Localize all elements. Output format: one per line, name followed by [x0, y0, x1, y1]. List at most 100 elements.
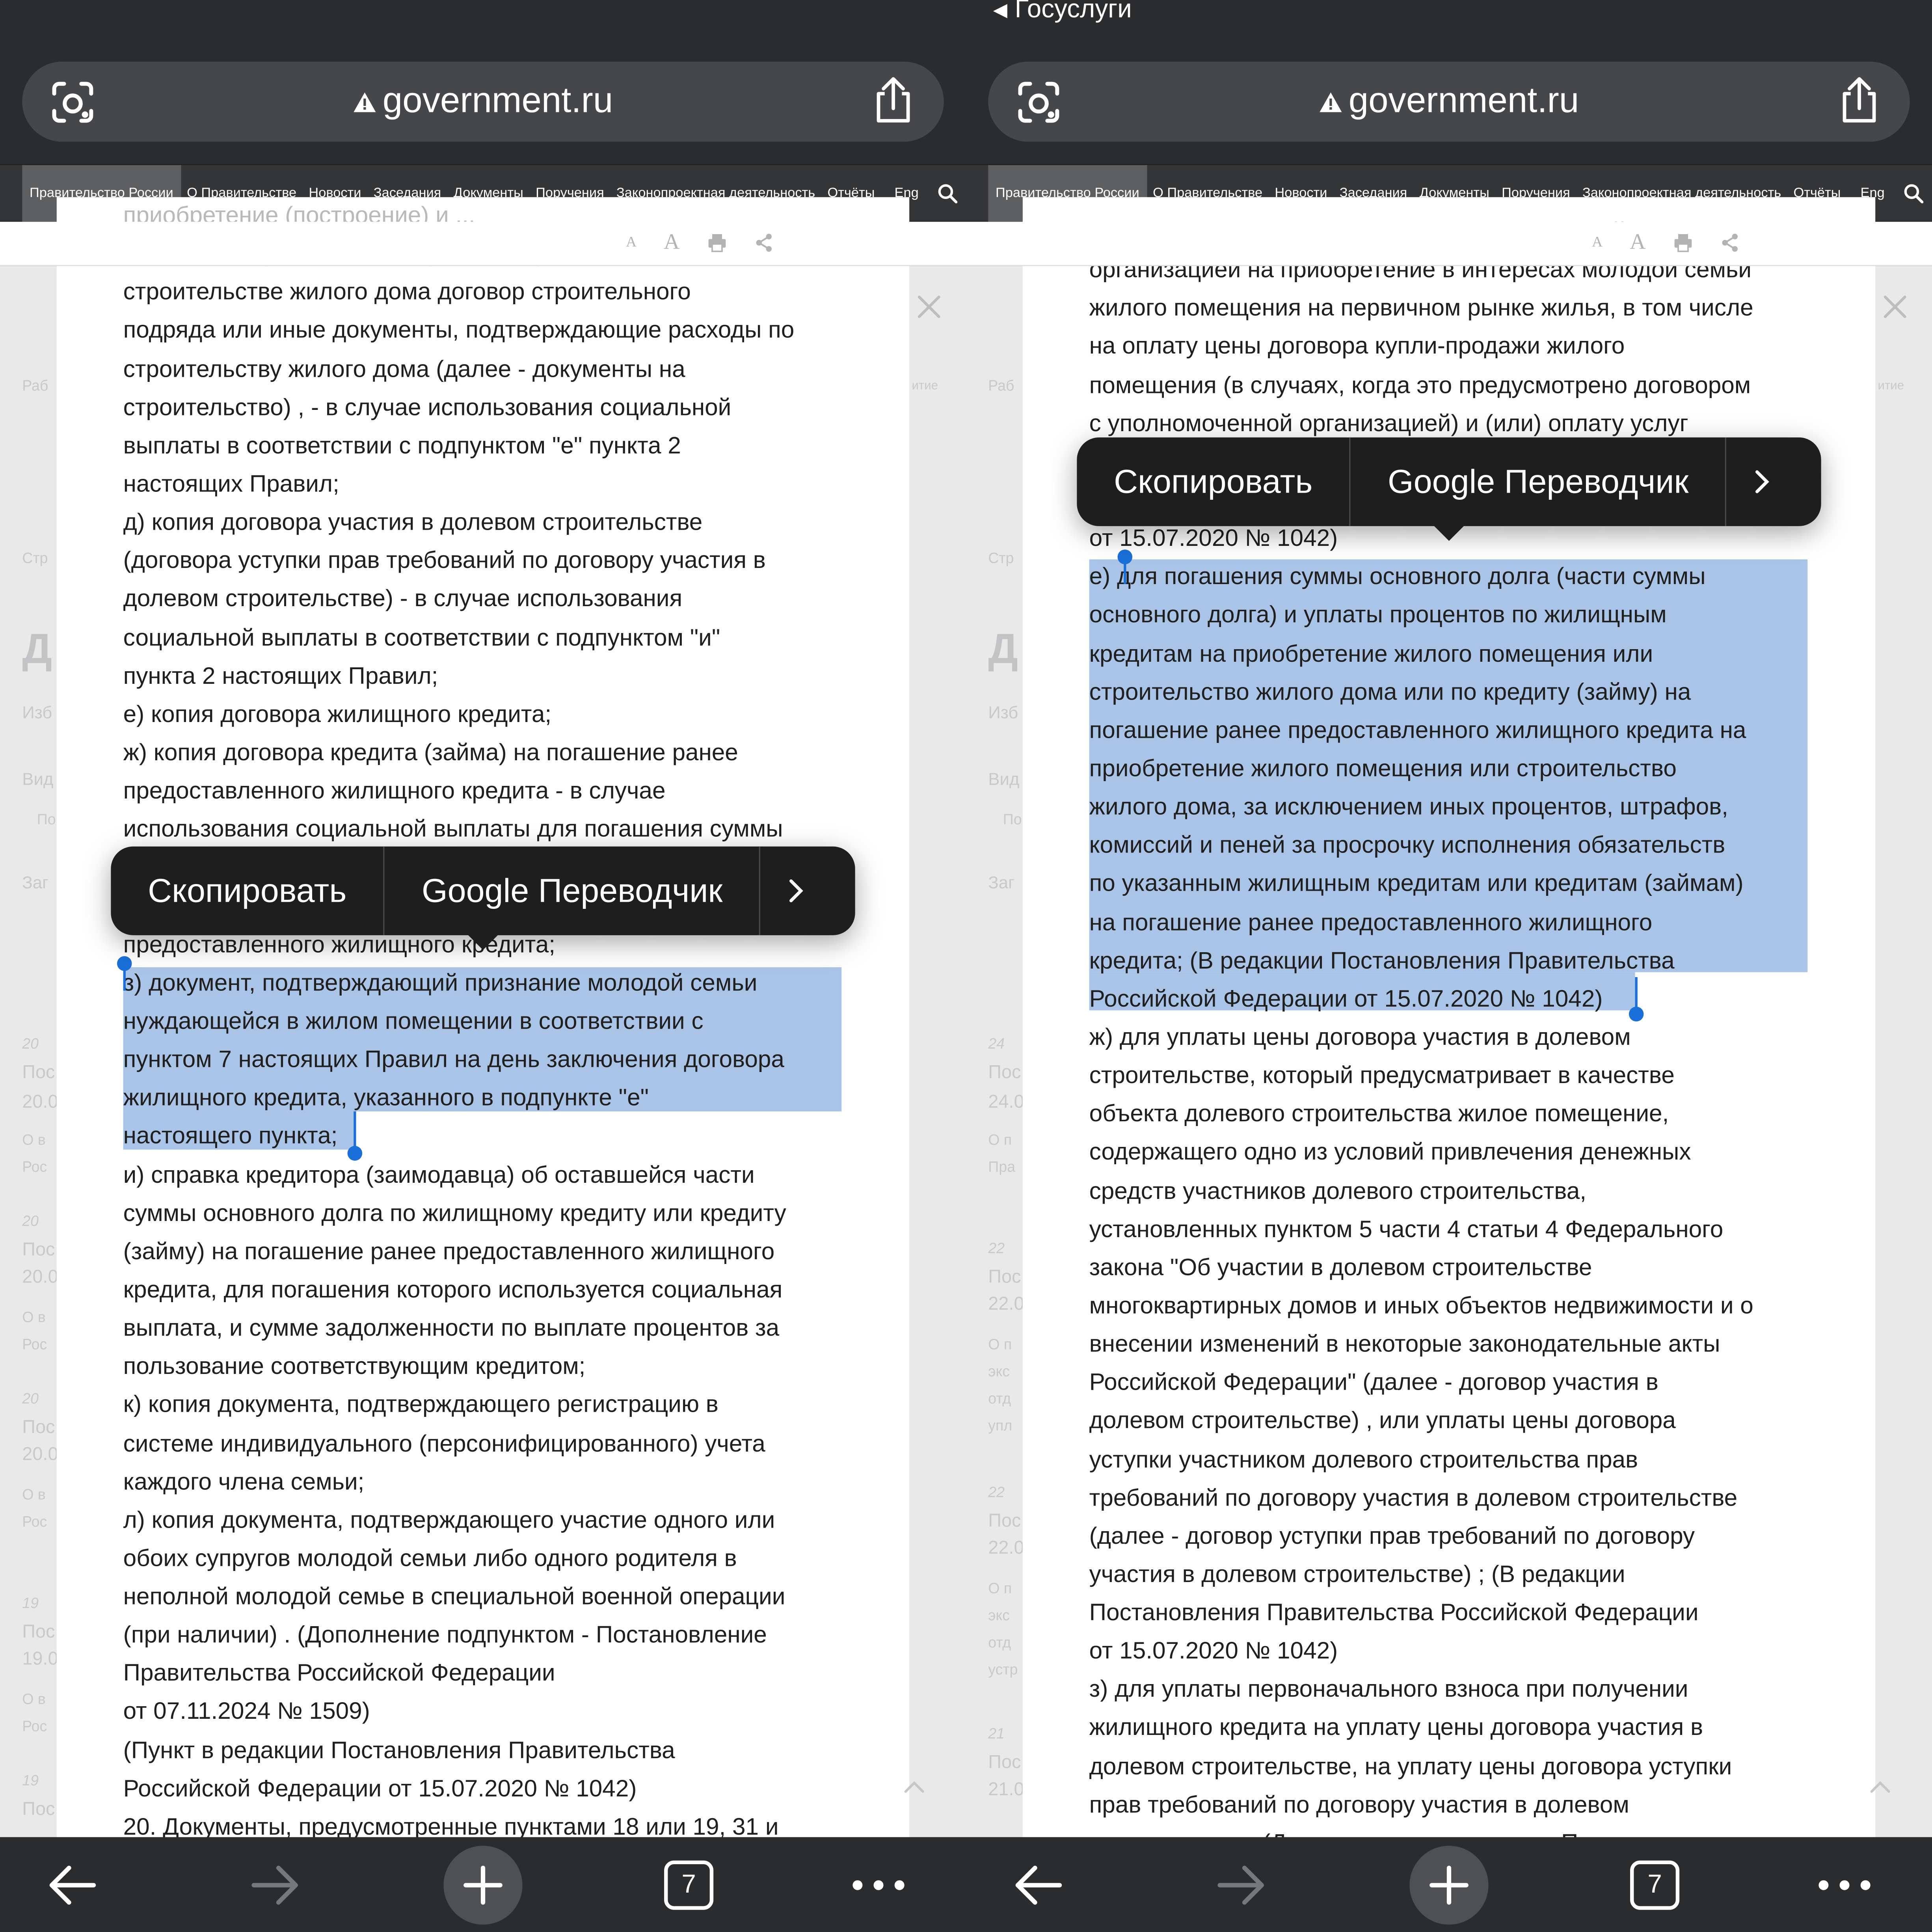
menu-button[interactable] [850, 1847, 907, 1923]
plus-icon [463, 1865, 503, 1905]
doc-line-selected[interactable]: строительство жилого дома или по кредиту… [1089, 674, 1817, 712]
copy-button[interactable]: Скопировать [1077, 437, 1349, 526]
doc-line: ж) копия договора кредита (займа) на пог… [123, 740, 738, 767]
ghost-text: Заг [988, 872, 1015, 892]
share-icon[interactable] [1838, 76, 1880, 126]
doc-line: и) справка кредитора (заимодавца) об ост… [123, 1162, 755, 1189]
search-icon[interactable] [1903, 183, 1923, 203]
back-to-app[interactable]: ◀ Госуслуги [993, 0, 1132, 25]
doc-line: пользование соответствующим кредитом; [123, 1354, 586, 1381]
forward-button[interactable] [246, 1847, 305, 1923]
doc-line-selected[interactable]: настоящего пункта; [123, 1118, 851, 1156]
ghost-text: 20.0 [22, 1091, 58, 1113]
print-icon[interactable] [707, 232, 726, 252]
doc-line: требований по договору участия в долевом… [1089, 1485, 1738, 1511]
selection-end-handle[interactable] [1629, 977, 1644, 1022]
doc-line-selected[interactable]: погашение ранее предоставленного жилищно… [1089, 712, 1817, 750]
selection-end-handle[interactable] [347, 1111, 363, 1161]
back-app-label: Госуслуги [1014, 0, 1132, 24]
doc-line: прав требований по договору участия в до… [1089, 1792, 1629, 1818]
doc-line-selected[interactable]: пунктом 7 настоящих Правил на день заклю… [123, 1041, 851, 1080]
doc-line-selected[interactable]: з) документ, подтверждающий признание мо… [123, 964, 851, 1003]
ghost-text: 21 [988, 1725, 1005, 1742]
doc-line: каждого члена семьи; [123, 1469, 365, 1496]
ghost-text: 20 [22, 1212, 39, 1230]
copy-button[interactable]: Скопировать [111, 847, 383, 935]
address-bar[interactable]: government.ru [22, 61, 944, 142]
more-options-button[interactable] [1727, 437, 1798, 526]
doc-line-selected[interactable]: нуждающейся в жилом помещении в соответс… [123, 1003, 851, 1041]
url-domain[interactable]: government.ru [383, 81, 613, 122]
doc-line: (Пункт в редакции Постановления Правител… [123, 1738, 675, 1764]
menu-button[interactable] [1816, 1847, 1873, 1923]
doc-line-selected[interactable]: жилого дома, за исключением иных процент… [1089, 789, 1817, 827]
doc-line: жилого помещения на первичном рынке жиль… [1089, 296, 1753, 322]
ghost-text: 19 [22, 1772, 39, 1789]
doc-line-selected[interactable]: по указанным жилищным кредитам или креди… [1089, 865, 1817, 904]
ghost-text: Пос [22, 1417, 55, 1438]
forward-button[interactable] [1212, 1847, 1271, 1923]
ghost-text: Вид [988, 769, 1020, 789]
doc-line: неполной молодой семье в специальной вое… [123, 1584, 785, 1611]
address-bar[interactable]: government.ru [988, 61, 1910, 142]
back-button[interactable] [42, 1847, 101, 1923]
doc-line: обоих супругов молодой семьи либо одного… [123, 1546, 737, 1572]
scroll-up-icon[interactable] [903, 1778, 925, 1795]
google-translate-button[interactable]: Google Переводчик [385, 847, 759, 935]
decrease-font-button[interactable]: A [626, 233, 637, 251]
increase-font-button[interactable]: A [664, 229, 680, 255]
ghost-text: О в [22, 1308, 46, 1326]
document-overlay: приобретение (построение) и ... жилищног… [56, 197, 910, 1856]
google-translate-button[interactable]: Google Переводчик [1351, 437, 1725, 526]
ghost-text: Стр [22, 549, 48, 567]
doc-line: строительстве жилого дома договор строит… [123, 280, 691, 306]
ghost-text: О п [988, 1131, 1012, 1148]
doc-line-selected[interactable]: кредита; (В редакции Постановления Прави… [1089, 942, 1817, 981]
doc-line-selected[interactable]: жилищного кредита, указанного в подпункт… [123, 1080, 851, 1118]
doc-line-selected[interactable]: комиссий и пеней за просрочку исполнения… [1089, 827, 1817, 865]
share-icon[interactable] [872, 76, 914, 126]
ghost-text: устр [988, 1661, 1018, 1678]
doc-line: Постановления Правительства Российской Ф… [1089, 1601, 1699, 1627]
google-lens-icon[interactable] [1015, 79, 1062, 126]
doc-line-selected[interactable]: приобретение жилого помещения или строит… [1089, 750, 1817, 789]
ghost-text: Пос [988, 1266, 1021, 1288]
doc-line-selected[interactable]: кредитам на приобретение жилого помещени… [1089, 635, 1817, 674]
plus-icon [1429, 1865, 1469, 1905]
ghost-text: Пос [988, 1510, 1021, 1532]
selection-start-handle[interactable] [117, 956, 132, 991]
doc-line-selected[interactable]: основного долга) и уплаты процентов по ж… [1089, 597, 1817, 635]
search-icon[interactable] [937, 183, 957, 203]
doc-line: суммы основного долга по жилищному креди… [123, 1201, 786, 1227]
doc-line: социальной выплаты в соответствии с подп… [123, 625, 720, 651]
close-icon[interactable] [1882, 293, 1909, 320]
print-icon[interactable] [1673, 232, 1692, 252]
not-secure-warning-icon [353, 91, 375, 112]
decrease-font-button[interactable]: A [1592, 233, 1603, 251]
more-options-button[interactable] [761, 847, 832, 935]
tab-switcher-button[interactable]: 7 [1628, 1847, 1682, 1923]
share-icon[interactable] [754, 232, 773, 252]
ghost-text: Д [988, 626, 1018, 673]
doc-line-selected[interactable]: е) для погашения суммы основного долга (… [1089, 558, 1817, 597]
doc-line-selected[interactable]: Российской Федерации от 15.07.2020 № 104… [1089, 981, 1817, 1019]
google-lens-icon[interactable] [49, 79, 96, 126]
back-button[interactable] [1008, 1847, 1067, 1923]
new-tab-button[interactable] [1408, 1846, 1489, 1925]
doc-line: жилищного кредита на уплату цены договор… [1089, 1716, 1703, 1742]
ghost-text: итие [1878, 379, 1904, 393]
share-icon[interactable] [1720, 232, 1739, 252]
url-domain[interactable]: government.ru [1349, 81, 1579, 122]
close-icon[interactable] [916, 293, 943, 320]
text-context-menu: Скопировать Google Переводчик [111, 846, 855, 950]
doc-line: к) копия документа, подтверждающего реги… [123, 1392, 718, 1419]
tab-switcher-button[interactable]: 7 [662, 1847, 716, 1923]
increase-font-button[interactable]: A [1630, 229, 1646, 255]
selection-start-handle[interactable] [1117, 549, 1133, 584]
doc-line-selected[interactable]: на погашение ранее предоставленного жили… [1089, 904, 1817, 942]
scroll-up-icon[interactable] [1869, 1778, 1891, 1795]
doc-line: использования социальной выплаты для пог… [123, 817, 783, 843]
doc-line: пункта 2 настоящих Правил; [123, 664, 438, 690]
new-tab-button[interactable] [442, 1846, 523, 1925]
more-dots-icon [852, 1880, 905, 1890]
